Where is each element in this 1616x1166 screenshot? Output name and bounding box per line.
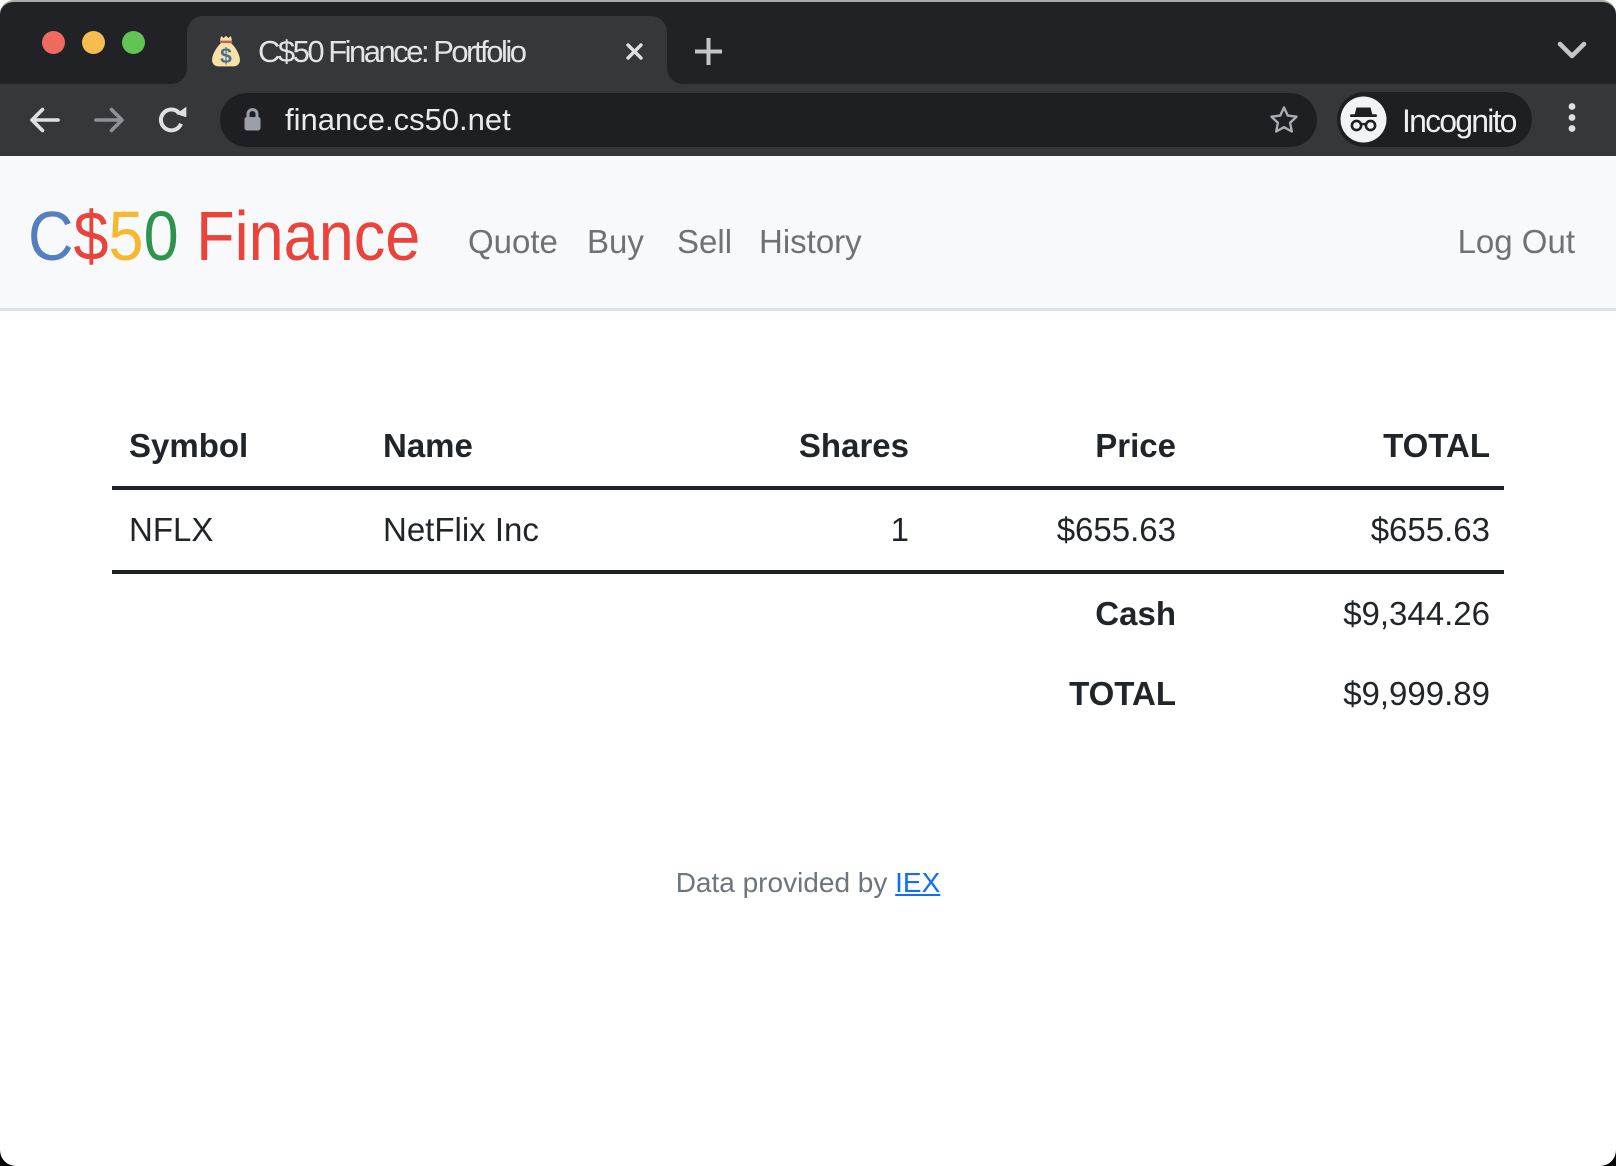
svg-text:$: $ (220, 45, 232, 67)
